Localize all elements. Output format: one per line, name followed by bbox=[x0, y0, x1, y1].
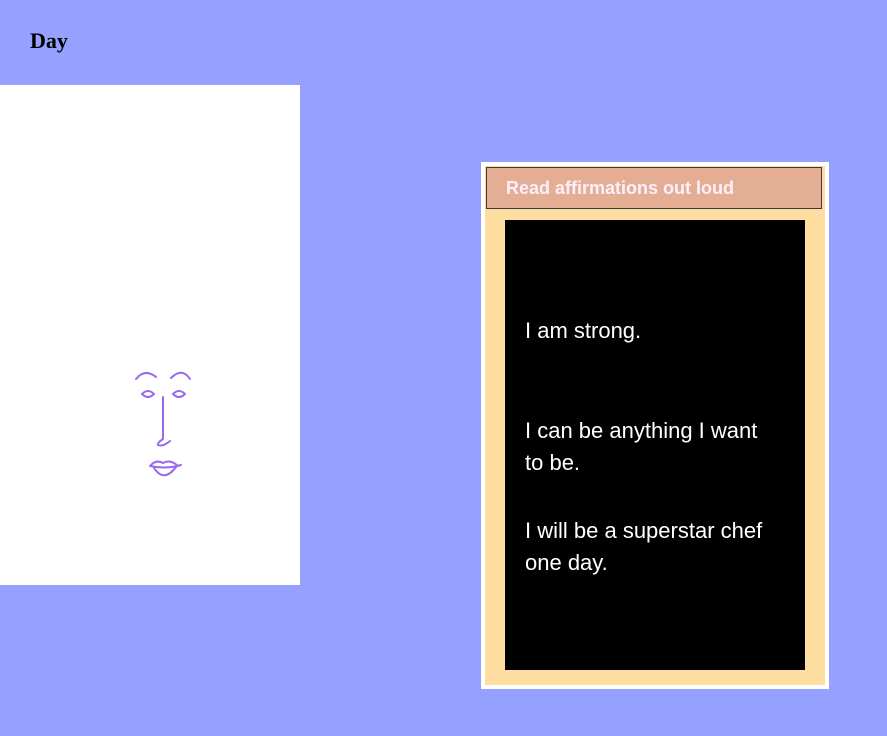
portrait-card bbox=[0, 85, 300, 585]
right-eye bbox=[172, 390, 186, 398]
nose bbox=[156, 396, 171, 447]
affirmations-board: I am strong. I can be anything I want to… bbox=[505, 220, 805, 670]
face-line-drawing-icon bbox=[135, 371, 191, 477]
upper-lip bbox=[149, 460, 179, 469]
right-eyebrow bbox=[170, 371, 191, 380]
left-eye bbox=[141, 390, 155, 398]
affirmations-card-inner: Read affirmations out loud I am strong. … bbox=[485, 166, 825, 685]
mouth-corner bbox=[176, 464, 182, 467]
affirmation-item-3: I will be a superstar chef one day. bbox=[525, 518, 763, 575]
affirmation-item-2: I can be anything I want to be. bbox=[525, 418, 758, 475]
affirmation-item-1: I am strong. bbox=[525, 318, 642, 343]
affirmations-header: Read affirmations out loud bbox=[486, 167, 822, 209]
left-eyebrow bbox=[135, 372, 157, 380]
affirmations-card: Read affirmations out loud I am strong. … bbox=[481, 162, 829, 689]
page-title: Day bbox=[30, 28, 68, 53]
